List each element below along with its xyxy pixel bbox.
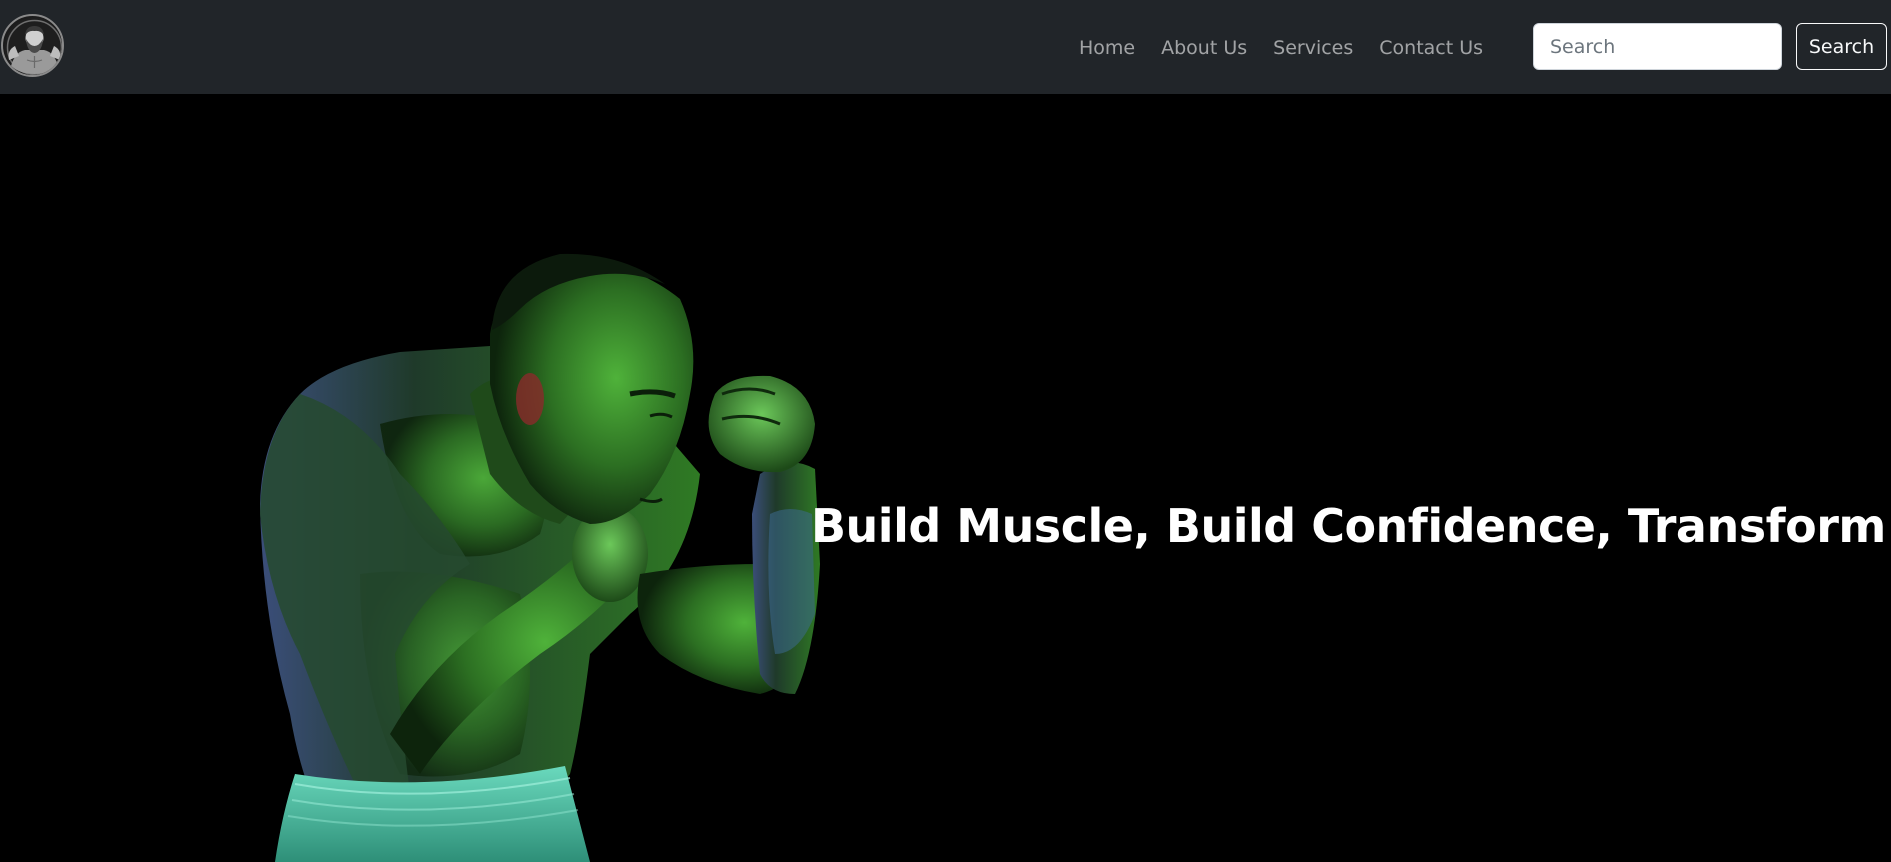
hero-title: Build Muscle, Build Confidence, Transfor…: [811, 499, 1891, 553]
search-input[interactable]: [1533, 23, 1782, 70]
nav-link-home[interactable]: Home: [1079, 35, 1135, 61]
nav-links: Home About Us Services Contact Us: [1079, 35, 1509, 61]
bearded-man-logo-icon: [4, 17, 62, 75]
nav-link-contact-us[interactable]: Contact Us: [1379, 35, 1483, 61]
boxer-hero-image: [260, 253, 820, 862]
nav-link-about-us[interactable]: About Us: [1161, 35, 1247, 61]
hero-section: Build Muscle, Build Confidence, Transfor…: [0, 94, 1891, 862]
navbar: Home About Us Services Contact Us Search: [0, 0, 1891, 94]
brand-logo[interactable]: [1, 14, 64, 77]
nav-link-services[interactable]: Services: [1273, 35, 1353, 61]
search-button[interactable]: Search: [1796, 23, 1887, 70]
